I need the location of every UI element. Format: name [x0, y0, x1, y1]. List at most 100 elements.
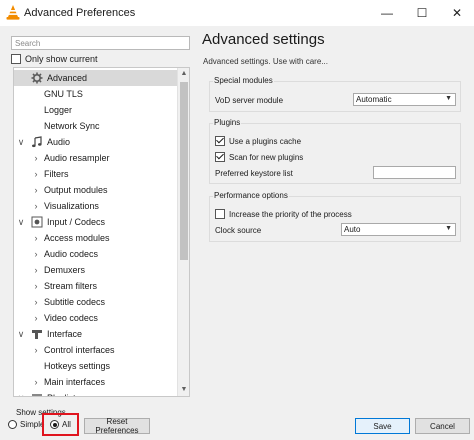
tree-item-label: Playlist — [47, 393, 76, 396]
tree-item[interactable]: › Access modules — [14, 230, 178, 246]
title-bar: Advanced Preferences — ☐ ✕ — [0, 0, 474, 26]
tree-item-label: Advanced — [47, 73, 88, 83]
cancel-button[interactable]: Cancel — [415, 418, 470, 434]
scan-new-plugins-option[interactable]: Scan for new plugins — [215, 152, 303, 162]
chevron-down-icon: ▼ — [445, 95, 452, 102]
chevron-right-icon[interactable]: › — [32, 249, 40, 259]
chevron-right-icon[interactable]: › — [32, 281, 40, 291]
chevron-down-icon[interactable]: ∨ — [17, 137, 25, 148]
tree-item-label: Audio codecs — [44, 249, 99, 259]
chevron-down-icon[interactable]: ∨ — [17, 217, 25, 228]
use-plugins-cache-label: Use a plugins cache — [229, 136, 302, 146]
tree-item[interactable]: Network Sync — [14, 118, 178, 134]
panel-title: Advanced settings — [202, 31, 325, 48]
special-modules-title: Special modules — [213, 76, 274, 85]
scan-new-plugins-checkbox[interactable] — [215, 152, 225, 162]
tree-item[interactable]: ∨ Interface — [14, 326, 178, 342]
tree-item[interactable]: › Filters — [14, 166, 178, 182]
all-radio-option[interactable]: All — [50, 420, 71, 429]
chevron-right-icon[interactable]: › — [32, 297, 40, 307]
tree-item[interactable]: › Subtitle codecs — [14, 294, 178, 310]
panel-subtitle: Advanced settings. Use with care... — [203, 57, 328, 66]
tree-item[interactable]: GNU TLS — [14, 86, 178, 102]
clock-source-select[interactable]: Auto ▼ — [341, 223, 456, 236]
use-plugins-cache-option[interactable]: Use a plugins cache — [215, 136, 301, 146]
chevron-right-icon[interactable]: › — [32, 313, 40, 323]
codec-icon — [31, 216, 43, 228]
chevron-down-icon[interactable]: ∨ — [17, 393, 25, 397]
tree-item[interactable]: › Video codecs — [14, 310, 178, 326]
tree-item-label: Main interfaces — [44, 377, 106, 387]
tree-item-label: Input / Codecs — [47, 217, 106, 227]
tree-item-label: Network Sync — [44, 121, 100, 131]
vlc-cone-icon — [6, 5, 20, 20]
vod-server-select[interactable]: Automatic ▼ — [353, 93, 456, 106]
preferences-tree[interactable]: Advanced GNU TLS Logger Network Sync ∨ Audio ›… — [13, 67, 190, 397]
gear-icon — [31, 72, 43, 84]
tree-item-label: Stream filters — [44, 281, 98, 291]
tree-item-label: Subtitle codecs — [44, 297, 106, 307]
chevron-right-icon[interactable]: › — [32, 265, 40, 275]
chevron-right-icon[interactable]: › — [32, 201, 40, 211]
tree-item[interactable]: Logger — [14, 102, 178, 118]
chevron-right-icon[interactable]: › — [32, 185, 40, 195]
tree-item[interactable]: › Stream filters — [14, 278, 178, 294]
maximize-button[interactable]: ☐ — [405, 0, 439, 26]
tree-item[interactable]: › Demuxers — [14, 262, 178, 278]
tree-item-label: Interface — [47, 329, 83, 339]
scan-new-plugins-label: Scan for new plugins — [229, 152, 304, 162]
all-radio[interactable] — [50, 420, 59, 429]
clock-source-value: Auto — [344, 225, 361, 234]
chevron-right-icon[interactable]: › — [32, 345, 40, 355]
only-show-current-option[interactable]: Only show current — [11, 54, 98, 64]
chevron-down-icon: ▼ — [445, 225, 452, 232]
keystore-list-label: Preferred keystore list — [215, 169, 293, 178]
increase-priority-checkbox[interactable] — [215, 209, 225, 219]
keystore-list-input[interactable] — [373, 166, 456, 179]
reset-preferences-button[interactable]: Reset Preferences — [84, 417, 150, 435]
tree-scrollbar[interactable]: ▲ ▼ — [177, 68, 189, 396]
tree-item-label: Demuxers — [44, 265, 86, 275]
vod-server-value: Automatic — [356, 95, 392, 104]
tree-item-label: Filters — [44, 169, 69, 179]
increase-priority-label: Increase the priority of the process — [229, 209, 352, 219]
tree-item-label: Output modules — [44, 185, 108, 195]
scroll-up-arrow[interactable]: ▲ — [178, 68, 189, 80]
tree-item[interactable]: ∨ Input / Codecs — [14, 214, 178, 230]
increase-priority-option[interactable]: Increase the priority of the process — [215, 209, 352, 219]
chevron-down-icon[interactable]: ∨ — [17, 329, 25, 340]
search-input[interactable] — [11, 36, 190, 50]
only-show-current-checkbox[interactable] — [11, 54, 21, 64]
tree-item-label: Video codecs — [44, 313, 98, 323]
performance-options-title: Performance options — [213, 191, 289, 200]
tree-item[interactable]: › Control interfaces — [14, 342, 178, 358]
scrollbar-thumb[interactable] — [180, 82, 188, 260]
use-plugins-cache-checkbox[interactable] — [215, 136, 225, 146]
minimize-button[interactable]: — — [370, 0, 404, 26]
only-show-current-label: Only show current — [25, 54, 98, 64]
tree-item-label: Control interfaces — [44, 345, 115, 355]
simple-radio[interactable] — [8, 420, 17, 429]
tree-item-label: GNU TLS — [44, 89, 83, 99]
tree-item[interactable]: › Audio codecs — [14, 246, 178, 262]
playlist-icon — [31, 392, 43, 396]
tree-item[interactable]: Advanced — [14, 70, 178, 86]
chevron-right-icon[interactable]: › — [32, 169, 40, 179]
close-button[interactable]: ✕ — [440, 0, 474, 26]
tree-item-label: Audio resampler — [44, 153, 110, 163]
window-title: Advanced Preferences — [24, 7, 136, 19]
chevron-right-icon[interactable]: › — [32, 377, 40, 387]
all-radio-label: All — [62, 420, 71, 429]
tree-item[interactable]: › Output modules — [14, 182, 178, 198]
tree-item[interactable]: ∨ Audio — [14, 134, 178, 150]
tree-item[interactable]: ∨ Playlist — [14, 390, 178, 397]
save-button[interactable]: Save — [355, 418, 410, 434]
tree-item[interactable]: Hotkeys settings — [14, 358, 178, 374]
tree-item[interactable]: › Main interfaces — [14, 374, 178, 390]
chevron-right-icon[interactable]: › — [32, 153, 40, 163]
scroll-down-arrow[interactable]: ▼ — [178, 384, 189, 396]
simple-radio-option[interactable]: Simple — [8, 420, 44, 429]
chevron-right-icon[interactable]: › — [32, 233, 40, 243]
tree-item[interactable]: › Visualizations — [14, 198, 178, 214]
tree-item[interactable]: › Audio resampler — [14, 150, 178, 166]
